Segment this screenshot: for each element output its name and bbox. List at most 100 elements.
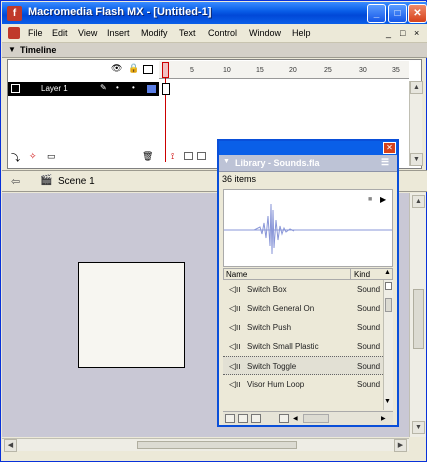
stage-vscroll[interactable]: ▲ ▼ — [409, 193, 426, 437]
title-bar: f Macromedia Flash MX - [Untitled-1] _ □… — [2, 2, 427, 24]
play-icon[interactable]: ▶ — [380, 195, 386, 204]
timeline-header[interactable]: ▼ Timeline — [2, 43, 427, 58]
add-folder-icon[interactable]: ▭ — [47, 151, 56, 162]
sort-icon[interactable]: ▲ — [384, 269, 391, 276]
collapse-arrow-icon[interactable]: ▼ — [223, 158, 230, 165]
scroll-thumb[interactable] — [137, 441, 297, 449]
scroll-thumb[interactable] — [385, 298, 392, 312]
item-name: Switch Toggle — [247, 362, 297, 371]
frame-ruler[interactable]: 1 5 10 15 20 25 30 35 — [159, 61, 409, 79]
list-item[interactable]: ◁ıı Switch General On Sound — [223, 299, 383, 318]
stage-hscroll[interactable]: ◀ ▶ — [2, 438, 409, 452]
onion-skin-icon[interactable] — [184, 152, 193, 160]
scroll-left-button[interactable]: ◀ — [4, 439, 17, 452]
menu-insert[interactable]: Insert — [107, 28, 130, 38]
close-button[interactable]: ✕ — [408, 4, 427, 23]
item-name: Switch Box — [247, 285, 287, 294]
doc-close-button[interactable]: × — [414, 28, 419, 38]
new-folder-icon[interactable] — [238, 414, 248, 423]
properties-icon[interactable] — [251, 414, 261, 423]
scroll-right-button[interactable]: ▶ — [394, 439, 407, 452]
doc-restore-button[interactable]: □ — [400, 28, 405, 38]
item-name: Visor Hum Loop — [247, 380, 305, 389]
scroll-right-button[interactable]: ▶ — [381, 415, 386, 422]
item-kind: Sound — [357, 285, 381, 294]
visibility-dot[interactable]: • — [116, 83, 119, 92]
center-frame-icon[interactable]: ⟟ — [171, 151, 174, 162]
stage[interactable] — [78, 262, 185, 368]
library-list: ◁ıı Switch Box Sound ◁ıı Switch General … — [223, 280, 383, 410]
frame-number: 10 — [223, 67, 231, 74]
library-titlebar[interactable]: ✕ — [219, 141, 397, 155]
library-vscroll[interactable]: ▼ — [383, 280, 393, 410]
collapse-arrow-icon[interactable]: ▼ — [8, 45, 16, 54]
column-kind[interactable]: Kind — [354, 270, 370, 279]
onion-outline-icon[interactable] — [197, 152, 206, 160]
options-menu-icon[interactable]: ☰ — [381, 157, 389, 168]
delete-icon[interactable] — [279, 414, 289, 423]
library-header[interactable]: ▼ Library - Sounds.fla ☰ — [219, 155, 397, 172]
add-guide-layer-icon[interactable]: ✧ — [29, 151, 37, 162]
list-item[interactable]: ◁ıı Switch Box Sound — [223, 280, 383, 299]
doc-minimize-button[interactable]: _ — [386, 28, 391, 38]
scroll-thumb[interactable] — [303, 414, 329, 423]
lock-dot[interactable]: • — [132, 83, 135, 92]
minimize-button[interactable]: _ — [367, 4, 386, 23]
frame-number: 15 — [256, 67, 264, 74]
column-divider[interactable] — [350, 269, 351, 280]
list-item[interactable]: ◁ıı Visor Hum Loop Sound — [223, 375, 383, 394]
back-arrow-icon[interactable]: ⇦ — [11, 175, 20, 188]
library-close-button[interactable]: ✕ — [383, 142, 396, 154]
scroll-down-button[interactable]: ▼ — [412, 421, 425, 434]
pencil-icon: ✎ — [100, 83, 107, 92]
speaker-icon: ◁ıı — [229, 284, 241, 294]
layer-icon — [11, 84, 20, 93]
stop-icon[interactable]: ■ — [368, 196, 372, 203]
item-kind: Sound — [357, 304, 381, 313]
keyframe[interactable] — [162, 83, 170, 95]
column-name[interactable]: Name — [226, 270, 247, 279]
menu-window[interactable]: Window — [249, 28, 281, 38]
list-item-selected[interactable]: ◁ıı Switch Toggle Sound — [223, 356, 383, 375]
window-title: Macromedia Flash MX - [Untitled-1] — [28, 6, 212, 18]
menu-text[interactable]: Text — [179, 28, 196, 38]
new-symbol-icon[interactable] — [225, 414, 235, 423]
item-count: 36 items — [222, 174, 257, 184]
menu-help[interactable]: Help — [292, 28, 311, 38]
list-item[interactable]: ◁ıı Switch Small Plastic Sound — [223, 337, 383, 356]
speaker-icon: ◁ıı — [229, 361, 241, 371]
menu-edit[interactable]: Edit — [52, 28, 68, 38]
scroll-up-button[interactable]: ▲ — [412, 195, 425, 208]
outline-icon[interactable] — [143, 65, 153, 74]
scroll-down-button[interactable]: ▼ — [384, 398, 391, 405]
flash-window: f Macromedia Flash MX - [Untitled-1] _ □… — [0, 0, 427, 462]
scene-label[interactable]: Scene 1 — [58, 176, 95, 187]
document-icon — [8, 27, 20, 39]
timeline-vscroll[interactable]: ▲ ▼ — [409, 81, 423, 166]
playhead[interactable] — [162, 62, 169, 78]
frame-number: 5 — [190, 67, 194, 74]
menu-control[interactable]: Control — [208, 28, 237, 38]
library-title: Library - Sounds.fla — [235, 158, 320, 168]
item-kind: Sound — [357, 362, 381, 371]
menu-modify[interactable]: Modify — [141, 28, 168, 38]
scroll-up-button[interactable] — [385, 282, 392, 290]
list-item[interactable]: ◁ıı Switch Push Sound — [223, 318, 383, 337]
trash-icon[interactable]: 🗑 — [142, 151, 153, 162]
speaker-icon: ◁ıı — [229, 379, 241, 389]
speaker-icon: ◁ıı — [229, 303, 241, 313]
layer-row[interactable]: Layer 1 ✎ • • — [8, 82, 159, 96]
scroll-thumb[interactable] — [413, 289, 424, 349]
eye-icon[interactable]: 👁 — [111, 63, 122, 74]
scroll-up-button[interactable]: ▲ — [410, 81, 423, 94]
menu-bar: File Edit View Insert Modify Text Contro… — [2, 24, 427, 43]
scroll-down-button[interactable]: ▼ — [410, 153, 423, 166]
outline-color-swatch[interactable] — [147, 85, 156, 93]
maximize-button[interactable]: □ — [388, 4, 407, 23]
add-layer-icon[interactable]: ⤵ — [11, 151, 20, 164]
scroll-left-button[interactable]: ◀ — [293, 415, 298, 422]
layer-name[interactable]: Layer 1 — [41, 84, 68, 93]
lock-icon[interactable]: 🔒 — [128, 63, 139, 74]
menu-view[interactable]: View — [78, 28, 97, 38]
menu-file[interactable]: File — [28, 28, 43, 38]
